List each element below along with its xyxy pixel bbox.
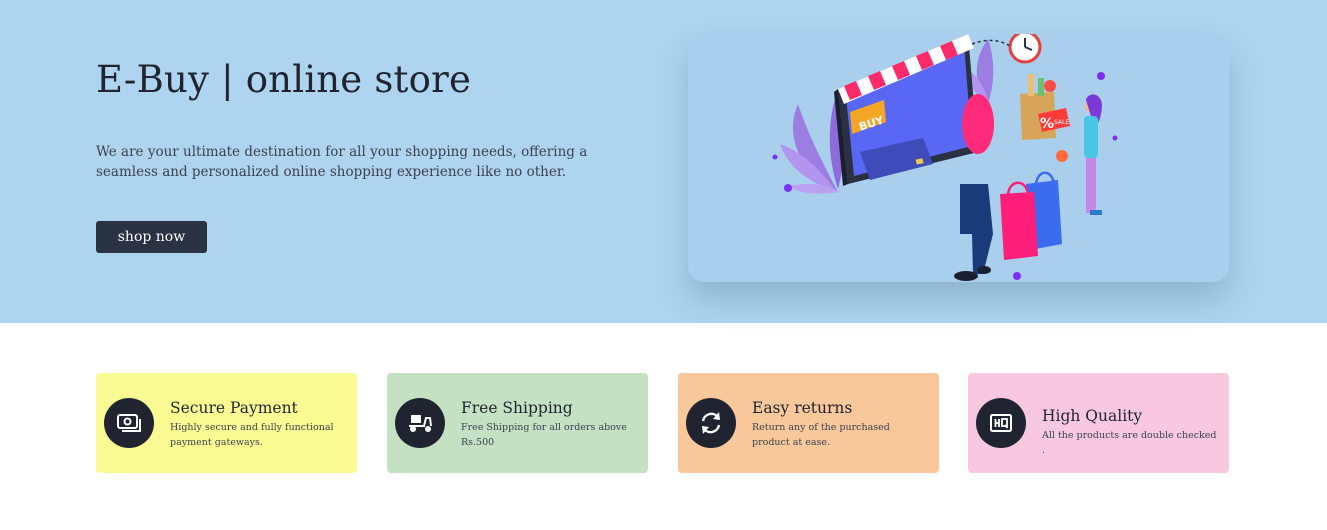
payment-icon [104, 398, 154, 448]
hero-illustration-card: BUY % SALE [688, 34, 1229, 282]
hero-section: E-Buy | online store We are your ultimat… [0, 0, 1327, 323]
hq-badge-icon [976, 398, 1026, 448]
feature-description: Return any of the purchased product at e… [752, 422, 890, 448]
delivery-scooter-icon [395, 398, 445, 448]
feature-title: Easy returns [752, 399, 853, 417]
feature-title: High Quality [1042, 407, 1143, 425]
hero-title: E-Buy | online store [96, 58, 472, 101]
feature-description: All the products are double checked . [1042, 430, 1217, 456]
feature-card-free-shipping: Free Shipping Free Shipping for all orde… [387, 373, 648, 473]
feature-title: Secure Payment [170, 399, 298, 417]
feature-card-secure-payment: Secure Payment Highly secure and fully f… [96, 373, 357, 473]
feature-description: Free Shipping for all orders above Rs.50… [461, 422, 627, 448]
feature-description: Highly secure and fully functional payme… [170, 422, 334, 448]
sale-percent-text: % [1040, 116, 1054, 132]
returns-icon [686, 398, 736, 448]
hero-description: We are your ultimate destination for all… [96, 144, 588, 180]
shop-now-button[interactable]: shop now [96, 221, 207, 253]
online-shopping-illustration: BUY % SALE [772, 34, 1118, 281]
feature-card-easy-returns: Easy returns Return any of the purchased… [678, 373, 939, 473]
features-section: Secure Payment Highly secure and fully f… [0, 373, 1327, 473]
feature-title: Free Shipping [461, 399, 573, 417]
feature-card-high-quality: High Quality All the products are double… [968, 373, 1229, 473]
sale-tag-text: SALE [1054, 119, 1069, 126]
